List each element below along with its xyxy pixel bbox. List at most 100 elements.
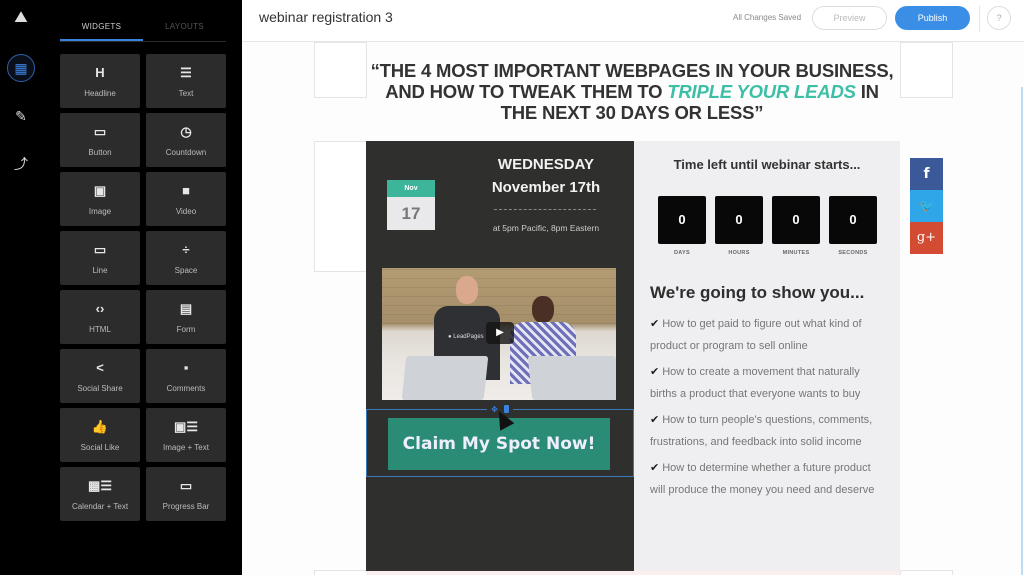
- countdown-minutes: 0 MINUTES: [772, 196, 820, 256]
- event-date: November 17th: [491, 179, 601, 196]
- google-plus-share-button[interactable]: g+: [910, 222, 943, 254]
- section-placeholder: [900, 570, 953, 575]
- paintbrush-icon: ✎: [15, 107, 27, 124]
- widget-calendar-text[interactable]: ▦☰ Calendar + Text: [60, 467, 140, 521]
- widget-video[interactable]: ■ Video: [146, 172, 226, 226]
- event-time: at 5pm Pacific, 8pm Eastern: [492, 223, 600, 233]
- page-title[interactable]: webinar registration 3: [259, 9, 393, 25]
- widget-label: Social Share: [77, 384, 123, 393]
- countdown-label: DAYS: [674, 250, 690, 256]
- tab-layouts[interactable]: LAYOUTS: [143, 14, 226, 41]
- widget-label: Line: [92, 266, 108, 275]
- page-builder-app: ⛰ ▦ ✎ ⤴ WIDGETS LAYOUTS H Headline ☰ Text …: [0, 0, 1024, 575]
- tab-widgets[interactable]: WIDGETS: [60, 14, 143, 41]
- widget-text[interactable]: ☰ Text: [146, 54, 226, 108]
- headline[interactable]: “THE 4 MOST IMPORTANT WEBPAGES IN YOUR B…: [367, 60, 897, 123]
- event-column: Nov 17 WEDNESDAY November 17th at 5pm Pa…: [366, 141, 634, 575]
- play-icon[interactable]: ▶: [486, 322, 514, 344]
- section-placeholder: [314, 42, 367, 98]
- widget-progress-bar[interactable]: ▭ Progress Bar: [146, 467, 226, 521]
- event-day-name: WEDNESDAY: [497, 156, 595, 173]
- widgets-rail-button[interactable]: ▦: [7, 54, 35, 82]
- checkmark-icon: ✔: [650, 366, 660, 378]
- widgets-panel: WIDGETS LAYOUTS H Headline ☰ Text ▭ Button …: [42, 0, 242, 575]
- section-placeholder: [314, 141, 367, 272]
- social-share-bar: f 🐦 g+: [910, 158, 943, 254]
- clipboard-icon: ▤: [179, 301, 193, 316]
- countdown-days: 0 DAYS: [658, 196, 706, 256]
- widget-label: Button: [88, 148, 112, 157]
- widget-countdown[interactable]: ◷ Countdown: [146, 113, 226, 167]
- countdown-seconds: 0 SECONDS: [829, 196, 877, 256]
- widget-label: Countdown: [165, 148, 207, 157]
- top-bar: webinar registration 3 All Changes Saved…: [242, 0, 1024, 42]
- countdown-value: 0: [715, 196, 763, 244]
- left-rail: ⛰ ▦ ✎ ⤴: [0, 0, 42, 575]
- twitter-share-button[interactable]: 🐦: [910, 190, 943, 222]
- countdown-value: 0: [658, 196, 706, 244]
- widget-label: Image: [88, 207, 112, 216]
- video-widget[interactable]: ● LeadPages ▶: [382, 268, 616, 400]
- app-logo-icon[interactable]: ⛰: [11, 9, 31, 27]
- calendar-badge[interactable]: Nov 17: [387, 180, 435, 230]
- style-rail-button[interactable]: ✎: [7, 102, 35, 130]
- widget-label: Space: [174, 266, 198, 275]
- calendar-day: 17: [387, 197, 435, 230]
- widget-image-text[interactable]: ▣☰ Image + Text: [146, 408, 226, 462]
- divider: [979, 6, 980, 32]
- widget-headline[interactable]: H Headline: [60, 54, 140, 108]
- widget-image[interactable]: ▣ Image: [60, 172, 140, 226]
- widget-html[interactable]: ‹› HTML: [60, 290, 140, 344]
- widget-label: Comments: [166, 384, 206, 393]
- image-text-icon: ▣☰: [174, 419, 198, 434]
- widget-label: Form: [176, 325, 196, 334]
- widget-social-like[interactable]: 👍 Social Like: [60, 408, 140, 462]
- laptop: [527, 356, 616, 400]
- widget-comments[interactable]: ▪ Comments: [146, 349, 226, 403]
- button-icon: ▭: [93, 124, 107, 139]
- widget-line[interactable]: ▭ Line: [60, 231, 140, 285]
- benefit-list: ✔ How to get paid to figure out what kind…: [650, 313, 888, 505]
- list-item: ✔ How to get paid to figure out what kind…: [650, 318, 862, 352]
- countdown-value: 0: [772, 196, 820, 244]
- widget-form[interactable]: ▤ Form: [146, 290, 226, 344]
- line-icon: ▭: [93, 242, 107, 257]
- google-plus-icon: g+: [916, 230, 937, 245]
- list-item: ✔ How to determine whether a future produ…: [650, 462, 875, 496]
- facebook-icon: f: [923, 166, 930, 182]
- section-heading: We're going to show you...: [650, 283, 865, 302]
- list-item: ✔ How to turn people's questions, comment…: [650, 414, 873, 448]
- section-placeholder: [314, 570, 367, 575]
- countdown-hours: 0 HOURS: [715, 196, 763, 256]
- countdown-title: Time left until webinar starts...: [673, 157, 861, 172]
- progress-bar-icon: ▭: [179, 478, 193, 493]
- list-item: ✔ How to create a movement that naturally…: [650, 366, 861, 400]
- analytics-rail-button[interactable]: ⤴: [7, 150, 35, 178]
- shirt-logo: ● LeadPages: [448, 334, 484, 340]
- checkmark-icon: ✔: [650, 318, 660, 330]
- widget-grid: H Headline ☰ Text ▭ Button ◷ Countdown ▣ Imag…: [60, 54, 226, 521]
- facebook-share-button[interactable]: f: [910, 158, 943, 190]
- trend-icon: ⤴: [14, 156, 28, 172]
- widget-label: Image + Text: [163, 443, 209, 452]
- widget-space[interactable]: ÷ Space: [146, 231, 226, 285]
- countdown-label: HOURS: [728, 250, 750, 256]
- scrollbar[interactable]: [1021, 87, 1023, 575]
- twitter-icon: 🐦: [919, 199, 934, 213]
- section-placeholder: [900, 42, 953, 98]
- image-icon: ▣: [93, 183, 107, 198]
- widget-button[interactable]: ▭ Button: [60, 113, 140, 167]
- widget-label: HTML: [89, 325, 111, 334]
- share-icon: <: [96, 360, 104, 375]
- countdown-label: SECONDS: [838, 250, 868, 256]
- publish-button[interactable]: Publish: [895, 6, 970, 30]
- selected-button-section[interactable]: ✥ Claim My Spot Now!: [366, 404, 634, 477]
- widget-social-share[interactable]: < Social Share: [60, 349, 140, 403]
- help-button[interactable]: ?: [987, 6, 1011, 30]
- widget-label: Headline: [84, 89, 116, 98]
- calendar-text-icon: ▦☰: [88, 478, 112, 493]
- preview-button[interactable]: Preview: [812, 6, 887, 30]
- checkmark-icon: ✔: [650, 462, 660, 474]
- headline-highlight: TRIPLE YOUR LEADS: [667, 81, 856, 102]
- laptop: [401, 356, 489, 400]
